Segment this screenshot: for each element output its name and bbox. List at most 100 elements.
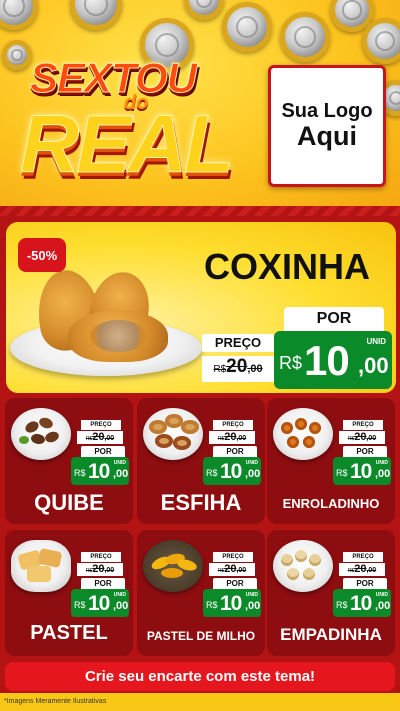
new-price-decimal: ,00 xyxy=(245,468,261,480)
new-price-integer: 10 xyxy=(350,460,372,483)
preco-label: PREÇO xyxy=(343,420,383,430)
new-price-decimal: ,00 xyxy=(113,600,129,612)
coxinha-filling xyxy=(90,320,146,352)
por-label: POR xyxy=(81,446,125,457)
coin-image xyxy=(280,12,330,62)
product-name: ESFIHA xyxy=(160,490,242,515)
old-price-decimal: ,00 xyxy=(247,363,263,375)
product-card-pastel-de-milho[interactable]: PREÇO R$ 20 ,00 POR UNID R$ 10 ,00 PASTE… xyxy=(137,530,265,656)
header-banner: SEXTOU do REAL Sua Logo Aqui xyxy=(0,0,400,212)
old-price-integer: 20 xyxy=(354,563,367,575)
old-price: R$ 20 ,00 xyxy=(209,431,255,444)
cta-button[interactable]: Crie seu encarte com este tema! xyxy=(5,662,395,691)
new-price: UNID R$ 10 ,00 xyxy=(71,457,129,485)
new-price-decimal: ,00 xyxy=(375,468,391,480)
logo-line-2: Aqui xyxy=(297,121,357,152)
coin-image xyxy=(70,0,122,30)
product-name: EMPADINHA xyxy=(280,625,382,644)
old-price: R$ 20 ,00 xyxy=(209,563,255,576)
old-price-integer: 20 xyxy=(226,356,248,377)
new-price-decimal: ,00 xyxy=(113,468,129,480)
empadinha-image xyxy=(273,540,333,592)
product-card-empadinha[interactable]: PREÇO R$ 20 ,00 POR UNID R$ 10 ,00 EMPAD… xyxy=(267,530,395,656)
pastel-image xyxy=(11,540,71,592)
new-price: UNID R$ 10 ,00 xyxy=(274,331,392,389)
product-name: ENROLADINHO xyxy=(282,496,380,511)
new-price-decimal: ,00 xyxy=(245,600,261,612)
preco-label: PREÇO xyxy=(81,420,121,430)
divider-stripe xyxy=(0,206,400,216)
old-price-decimal: ,00 xyxy=(366,567,377,574)
new-price-integer: 10 xyxy=(350,592,372,615)
new-price-currency: R$ xyxy=(74,600,86,610)
old-price-decimal: ,00 xyxy=(236,567,247,574)
old-price: R$ 20 ,00 xyxy=(77,563,123,576)
old-price-decimal: ,00 xyxy=(104,567,115,574)
logo-placeholder[interactable]: Sua Logo Aqui xyxy=(268,65,386,187)
new-price: UNID R$ 10 ,00 xyxy=(71,589,129,617)
logo-line-1: Sua Logo xyxy=(281,100,373,123)
por-label: POR xyxy=(213,578,257,589)
enroladinho-image xyxy=(273,408,333,460)
pastel-de-milho-image xyxy=(143,540,203,592)
old-price-integer: 20 xyxy=(224,563,237,575)
old-price: R$ 20 ,00 xyxy=(339,563,385,576)
coin-image xyxy=(0,0,38,30)
product-name: PASTEL xyxy=(30,622,108,644)
preco-label: PREÇO xyxy=(213,552,253,562)
product-name: QUIBE xyxy=(34,490,104,515)
old-price-currency: R$ xyxy=(213,364,227,375)
headline-line-1: SEXTOU xyxy=(30,54,198,102)
new-price-decimal: ,00 xyxy=(375,600,391,612)
preco-label: PREÇO xyxy=(213,420,253,430)
unit-label: UNID xyxy=(245,592,258,598)
new-price-currency: R$ xyxy=(279,353,303,373)
unit-label: UNID xyxy=(113,592,126,598)
new-price-currency: R$ xyxy=(74,468,86,478)
new-price-integer: 10 xyxy=(220,592,242,615)
por-label: POR xyxy=(343,446,387,457)
new-price-integer: 10 xyxy=(304,337,350,384)
old-price: R$ 20 ,00 xyxy=(202,356,274,382)
discount-badge: -50% xyxy=(18,238,66,272)
new-price-currency: R$ xyxy=(206,600,218,610)
preco-label: PREÇO xyxy=(202,334,274,352)
product-card-esfiha[interactable]: PREÇO R$ 20 ,00 POR UNID R$ 10 ,00 ESFIH… xyxy=(137,398,265,524)
por-label: POR xyxy=(213,446,257,457)
unit-label: UNID xyxy=(245,460,258,466)
new-price: UNID R$ 10 ,00 xyxy=(203,589,261,617)
old-price-decimal: ,00 xyxy=(366,435,377,442)
quibe-image xyxy=(11,408,71,460)
old-price: R$ 20 ,00 xyxy=(339,431,385,444)
coin-image xyxy=(184,0,224,20)
new-price-currency: R$ xyxy=(336,600,348,610)
old-price-integer: 20 xyxy=(224,431,237,443)
coin-image xyxy=(362,18,400,64)
new-price: UNID R$ 10 ,00 xyxy=(203,457,261,485)
old-price-integer: 20 xyxy=(92,431,105,443)
product-card-quibe[interactable]: PREÇO R$ 20 ,00 POR UNID R$ 10 ,00 QUIBE xyxy=(5,398,133,524)
new-price: UNID R$ 10 ,00 xyxy=(333,589,391,617)
old-price: R$ 20 ,00 xyxy=(77,431,123,444)
unit-label: UNID xyxy=(113,460,126,466)
preco-label: PREÇO xyxy=(81,552,121,562)
unit-label: UNID xyxy=(366,337,386,346)
new-price-decimal: ,00 xyxy=(358,353,389,378)
new-price: UNID R$ 10 ,00 xyxy=(333,457,391,485)
featured-product[interactable]: -50% COXINHA PREÇO R$ 20 ,00 POR UNID R$… xyxy=(6,222,396,393)
headline: SEXTOU do REAL xyxy=(16,50,234,191)
por-label: POR xyxy=(343,578,387,589)
headline-line-3: REAL xyxy=(19,99,234,191)
product-card-pastel[interactable]: PREÇO R$ 20 ,00 POR UNID R$ 10 ,00 PASTE… xyxy=(5,530,133,656)
new-price-integer: 10 xyxy=(88,460,110,483)
unit-label: UNID xyxy=(375,592,388,598)
old-price-integer: 20 xyxy=(92,563,105,575)
footer-disclaimer: *Imagens Meramente Ilustrativas xyxy=(0,693,400,711)
por-label: POR xyxy=(284,307,384,331)
product-card-enroladinho[interactable]: PREÇO R$ 20 ,00 POR UNID R$ 10 ,00 ENROL… xyxy=(267,398,395,524)
old-price-decimal: ,00 xyxy=(104,435,115,442)
old-price-integer: 20 xyxy=(354,431,367,443)
new-price-currency: R$ xyxy=(206,468,218,478)
preco-label: PREÇO xyxy=(343,552,383,562)
esfiha-image xyxy=(143,408,203,460)
